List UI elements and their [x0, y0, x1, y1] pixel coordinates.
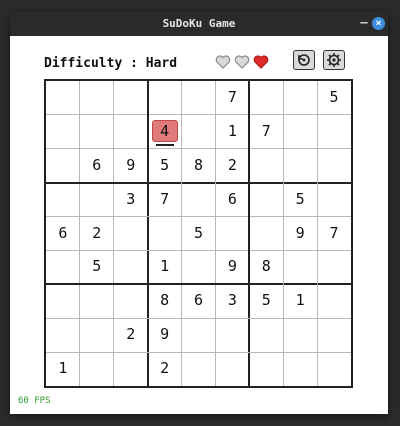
- sudoku-cell[interactable]: 3: [215, 284, 249, 318]
- sudoku-cell[interactable]: 1: [148, 250, 182, 284]
- sudoku-cell[interactable]: 9: [215, 250, 249, 284]
- sudoku-cell[interactable]: 8: [148, 284, 182, 318]
- sudoku-cell[interactable]: 5: [283, 183, 317, 217]
- sudoku-cell[interactable]: [283, 318, 317, 352]
- sudoku-cell[interactable]: 5: [148, 149, 182, 183]
- sudoku-cell[interactable]: [80, 183, 114, 217]
- game-window: SuDoKu Game – × Difficulty : Hard 754176…: [10, 12, 388, 414]
- sudoku-cell[interactable]: 6: [80, 149, 114, 183]
- sudoku-cell[interactable]: [182, 115, 216, 149]
- settings-button[interactable]: [323, 50, 345, 70]
- sudoku-cell[interactable]: [182, 81, 216, 115]
- selected-cell[interactable]: 4: [148, 115, 182, 149]
- sudoku-cell[interactable]: 9: [114, 149, 148, 183]
- sudoku-cell[interactable]: [80, 318, 114, 352]
- sudoku-cell[interactable]: 6: [215, 183, 249, 217]
- sudoku-cell[interactable]: [114, 352, 148, 386]
- difficulty-label: Difficulty : Hard: [44, 56, 178, 71]
- sudoku-cell[interactable]: [182, 318, 216, 352]
- sudoku-cell[interactable]: [46, 115, 80, 149]
- sudoku-cell[interactable]: [317, 318, 351, 352]
- sudoku-board: 75417695823765625975198863512912: [44, 79, 353, 388]
- sudoku-cell[interactable]: 7: [215, 81, 249, 115]
- sudoku-cell[interactable]: [114, 284, 148, 318]
- sudoku-cell[interactable]: 5: [80, 250, 114, 284]
- heart-icon: [234, 54, 250, 70]
- minimize-button[interactable]: –: [358, 15, 370, 29]
- heart-icon: [253, 54, 269, 70]
- sudoku-cell[interactable]: 6: [46, 217, 80, 251]
- sudoku-cell[interactable]: [46, 284, 80, 318]
- gear-icon: [327, 53, 341, 67]
- sudoku-cell[interactable]: [317, 284, 351, 318]
- sudoku-cell[interactable]: [215, 217, 249, 251]
- sudoku-cell[interactable]: [249, 183, 283, 217]
- sudoku-cell[interactable]: [46, 318, 80, 352]
- sudoku-cell[interactable]: [283, 81, 317, 115]
- sudoku-cell[interactable]: [80, 352, 114, 386]
- sudoku-cell[interactable]: [148, 81, 182, 115]
- sudoku-cell[interactable]: [317, 250, 351, 284]
- sudoku-cell[interactable]: [249, 352, 283, 386]
- sudoku-cell[interactable]: 5: [317, 81, 351, 115]
- sudoku-cell[interactable]: 5: [182, 217, 216, 251]
- sudoku-cell[interactable]: 1: [215, 115, 249, 149]
- sudoku-cell[interactable]: 2: [148, 352, 182, 386]
- sudoku-cell[interactable]: [80, 284, 114, 318]
- sudoku-cell[interactable]: [114, 217, 148, 251]
- sudoku-cell[interactable]: 9: [283, 217, 317, 251]
- heart-icon: [215, 54, 231, 70]
- sudoku-cell[interactable]: [283, 250, 317, 284]
- sudoku-cell[interactable]: 7: [148, 183, 182, 217]
- sudoku-cell[interactable]: [114, 81, 148, 115]
- sudoku-cell[interactable]: [317, 352, 351, 386]
- sudoku-cell[interactable]: [283, 115, 317, 149]
- sudoku-cell[interactable]: [80, 81, 114, 115]
- sudoku-cell[interactable]: [46, 183, 80, 217]
- sudoku-cell[interactable]: [114, 250, 148, 284]
- fps-counter: 60 FPS: [18, 396, 51, 406]
- sudoku-cell[interactable]: [249, 149, 283, 183]
- sudoku-cell[interactable]: 5: [249, 284, 283, 318]
- sudoku-cell[interactable]: [317, 183, 351, 217]
- sudoku-cell[interactable]: [46, 250, 80, 284]
- undo-icon: [298, 54, 310, 66]
- sudoku-cell[interactable]: [317, 115, 351, 149]
- sudoku-cell[interactable]: [182, 352, 216, 386]
- sudoku-cell[interactable]: 3: [114, 183, 148, 217]
- sudoku-cell[interactable]: 2: [114, 318, 148, 352]
- sudoku-cell[interactable]: 1: [46, 352, 80, 386]
- sudoku-cell[interactable]: 8: [182, 149, 216, 183]
- sudoku-cell[interactable]: [114, 115, 148, 149]
- sudoku-cell[interactable]: [249, 217, 283, 251]
- sudoku-cell[interactable]: 9: [148, 318, 182, 352]
- sudoku-cell[interactable]: 2: [215, 149, 249, 183]
- sudoku-cell[interactable]: [249, 81, 283, 115]
- undo-button[interactable]: [293, 50, 315, 70]
- sudoku-cell[interactable]: [215, 352, 249, 386]
- sudoku-cell[interactable]: [283, 149, 317, 183]
- sudoku-cell[interactable]: 6: [182, 284, 216, 318]
- sudoku-cell[interactable]: [148, 217, 182, 251]
- sudoku-cell[interactable]: [46, 149, 80, 183]
- sudoku-cell[interactable]: [46, 81, 80, 115]
- sudoku-cell[interactable]: [182, 183, 216, 217]
- sudoku-cell[interactable]: 1: [283, 284, 317, 318]
- sudoku-cell[interactable]: [182, 250, 216, 284]
- close-button[interactable]: ×: [372, 17, 385, 30]
- sudoku-cell[interactable]: [215, 318, 249, 352]
- sudoku-cell[interactable]: 7: [249, 115, 283, 149]
- sudoku-cell[interactable]: 7: [317, 217, 351, 251]
- title-bar: SuDoKu Game – ×: [10, 12, 388, 36]
- sudoku-cell[interactable]: [80, 115, 114, 149]
- sudoku-cell[interactable]: 8: [249, 250, 283, 284]
- sudoku-cell[interactable]: [249, 318, 283, 352]
- sudoku-cell[interactable]: [317, 149, 351, 183]
- window-title: SuDoKu Game: [162, 17, 236, 30]
- sudoku-cell[interactable]: 2: [80, 217, 114, 251]
- sudoku-cell[interactable]: [283, 352, 317, 386]
